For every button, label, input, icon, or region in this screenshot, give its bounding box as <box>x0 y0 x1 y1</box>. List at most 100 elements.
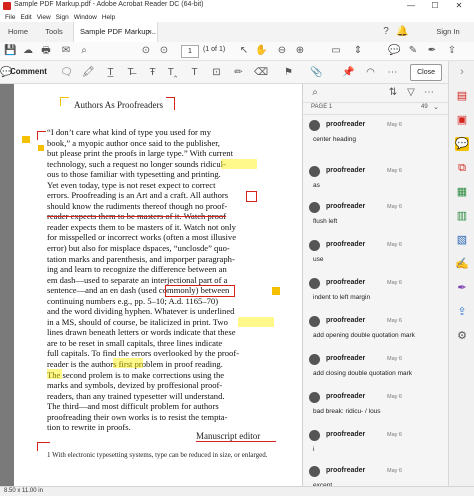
sticky-note-marker[interactable] <box>22 136 30 143</box>
drawing-tools-icon[interactable]: ◠ <box>364 66 377 79</box>
page-view-icon[interactable]: ▭ <box>330 45 342 57</box>
filter-icon[interactable]: ▽ <box>405 87 417 99</box>
share-icon[interactable]: ⇪ <box>446 45 458 57</box>
add-text-icon[interactable]: T <box>188 66 201 79</box>
strikethrough-icon[interactable]: T̶ <box>124 66 137 79</box>
text-box-icon[interactable]: ⊡ <box>210 66 223 79</box>
doc-heading: Authors As Proofreaders <box>74 100 163 110</box>
comment-author: proofreader <box>326 431 366 438</box>
zoom-in-icon[interactable]: ⊕ <box>294 45 306 57</box>
tab-document[interactable]: Sample PDF Markup... × <box>73 22 158 42</box>
more-options-icon[interactable]: ⋯ <box>386 66 399 79</box>
pencil-icon[interactable]: ✏ <box>232 66 245 79</box>
maximize-button[interactable]: ☐ <box>424 0 446 12</box>
combine-files-icon[interactable]: ⧉ <box>455 161 469 175</box>
close-window-button[interactable]: ✕ <box>448 0 470 12</box>
tab-document-label: Sample PDF Markup... <box>80 27 156 36</box>
fill-sign-icon[interactable]: ✍ <box>455 257 469 271</box>
doc-line: ing and learn to recognize the differenc… <box>47 264 227 275</box>
highlight-annotation[interactable] <box>238 317 274 327</box>
comment-toolbar: 💬 Comment 🗨 🖍 T̲ T̶ Ŧ T‸ T ⊡ ✏ ⌫ ⚑ 📎 📌 ◠… <box>0 61 474 84</box>
email-icon[interactable]: ✉ <box>60 45 72 57</box>
doc-line: continuing numbers e.g., pp. 5–10; A.d. … <box>47 295 219 306</box>
heading-open-bracket-mark[interactable] <box>60 97 69 106</box>
collapse-rail-icon[interactable]: › <box>455 65 469 79</box>
document-view[interactable]: Authors As Proofreaders “I don’t care wh… <box>0 84 302 486</box>
comment-bubble-icon[interactable]: 💬 <box>388 45 400 57</box>
cloud-upload-icon[interactable]: ☁ <box>22 45 34 57</box>
doc-line: lines drawn beneath letters or words ind… <box>47 327 236 338</box>
minimize-button[interactable]: — <box>400 0 422 12</box>
replace-text-icon[interactable]: Ŧ <box>146 66 159 79</box>
notifications-icon[interactable]: 🔔 <box>396 26 408 38</box>
hand-tool-icon[interactable]: ✋ <box>255 45 267 57</box>
scroll-mode-icon[interactable]: ⇕ <box>352 45 364 57</box>
search-icon[interactable]: ⌕ <box>78 45 90 57</box>
more-tools-icon[interactable]: ⚙ <box>455 329 469 343</box>
pdf-page[interactable]: Authors As Proofreaders “I don’t care wh… <box>14 84 302 486</box>
sort-icon[interactable]: ⇅ <box>387 87 399 99</box>
insert-text-icon[interactable]: T‸ <box>166 66 179 79</box>
edit-pdf-icon[interactable]: ▧ <box>455 233 469 247</box>
underline-text-icon[interactable]: T̲ <box>104 66 117 79</box>
compress-pdf-icon[interactable]: ▥ <box>455 209 469 223</box>
sign-in-button[interactable]: Sign In <box>428 22 468 42</box>
comment-text: i <box>313 446 315 453</box>
print-icon[interactable]: 🖶 <box>40 45 52 57</box>
share-file-icon[interactable]: ⇪ <box>455 305 469 319</box>
tab-home[interactable]: Home <box>0 22 36 42</box>
doc-line-struck: reader expects them to be masters of it.… <box>47 211 227 222</box>
more-options-icon[interactable]: ⋯ <box>423 87 435 99</box>
comment-author: proofreader <box>326 279 366 286</box>
zoom-out-icon[interactable]: ⊖ <box>276 45 288 57</box>
highlight-text-icon[interactable]: 🖍 <box>82 66 95 79</box>
caret-annotation[interactable] <box>246 191 257 202</box>
circled-text-annotation[interactable] <box>165 285 235 297</box>
chevron-down-icon[interactable]: ⌄ <box>433 103 439 111</box>
comment-date: May 6 <box>387 318 402 324</box>
eraser-icon[interactable]: ⌫ <box>254 66 268 79</box>
comment-author: proofreader <box>326 393 366 400</box>
help-icon[interactable]: ? <box>380 26 392 38</box>
footnote-bracket-mark[interactable] <box>37 442 50 451</box>
document-body: “I don’t care what kind of type you used… <box>47 127 287 433</box>
sticky-note-marker[interactable] <box>38 145 44 151</box>
heading-close-bracket-mark[interactable] <box>166 97 175 110</box>
select-tool-icon[interactable]: ↖ <box>238 45 250 57</box>
sticky-note-marker[interactable] <box>272 287 280 295</box>
attach-file-icon[interactable]: 📎 <box>310 66 323 79</box>
sticky-note-icon[interactable]: 🗨 <box>60 66 73 79</box>
send-for-signature-icon[interactable]: ✒ <box>455 281 469 295</box>
doc-line: error) but also for misplace dspaces, “u… <box>47 243 230 254</box>
previous-page-icon[interactable]: ⊙ <box>140 45 152 57</box>
tab-close-icon[interactable]: × <box>148 22 152 42</box>
next-page-icon[interactable]: ⊙ <box>158 45 170 57</box>
doc-line: proofreading their own works is to resis… <box>47 411 228 422</box>
highlight-annotation[interactable] <box>113 358 143 368</box>
organize-pages-icon[interactable]: ▦ <box>455 185 469 199</box>
doc-line: and the word dividing hyphen. Whatever i… <box>47 306 235 317</box>
highlight-annotation[interactable] <box>47 369 62 379</box>
create-pdf-icon[interactable]: ▣ <box>455 113 469 127</box>
search-comments-icon[interactable]: ⌕ <box>309 87 321 99</box>
page-number-input[interactable]: 1 <box>181 45 199 58</box>
pin-icon[interactable]: 📌 <box>342 66 355 79</box>
highlight-pen-icon[interactable]: ✎ <box>407 45 419 57</box>
comment-panel-icon[interactable]: 💬 <box>455 137 469 151</box>
paragraph-indent-mark[interactable] <box>37 131 46 140</box>
comment-author: proofreader <box>326 241 366 248</box>
stamp-icon[interactable]: ⚑ <box>282 66 295 79</box>
comment-author: proofreader <box>326 467 366 474</box>
close-comment-button[interactable]: Close <box>410 64 442 81</box>
doc-line: are to be reset in small capitals, three… <box>47 337 223 348</box>
avatar <box>309 240 320 251</box>
save-icon[interactable]: 💾 <box>4 45 16 57</box>
sign-icon[interactable]: ✒ <box>426 45 438 57</box>
avatar <box>309 120 320 131</box>
export-pdf-icon[interactable]: ▤ <box>455 89 469 103</box>
highlight-annotation[interactable] <box>221 159 257 169</box>
comment-text: as <box>313 182 320 189</box>
doc-line: tation marks and parenthesis, and imporp… <box>47 253 235 264</box>
comment-text: add opening double quotation mark <box>313 332 415 339</box>
tab-tools[interactable]: Tools <box>36 22 72 42</box>
